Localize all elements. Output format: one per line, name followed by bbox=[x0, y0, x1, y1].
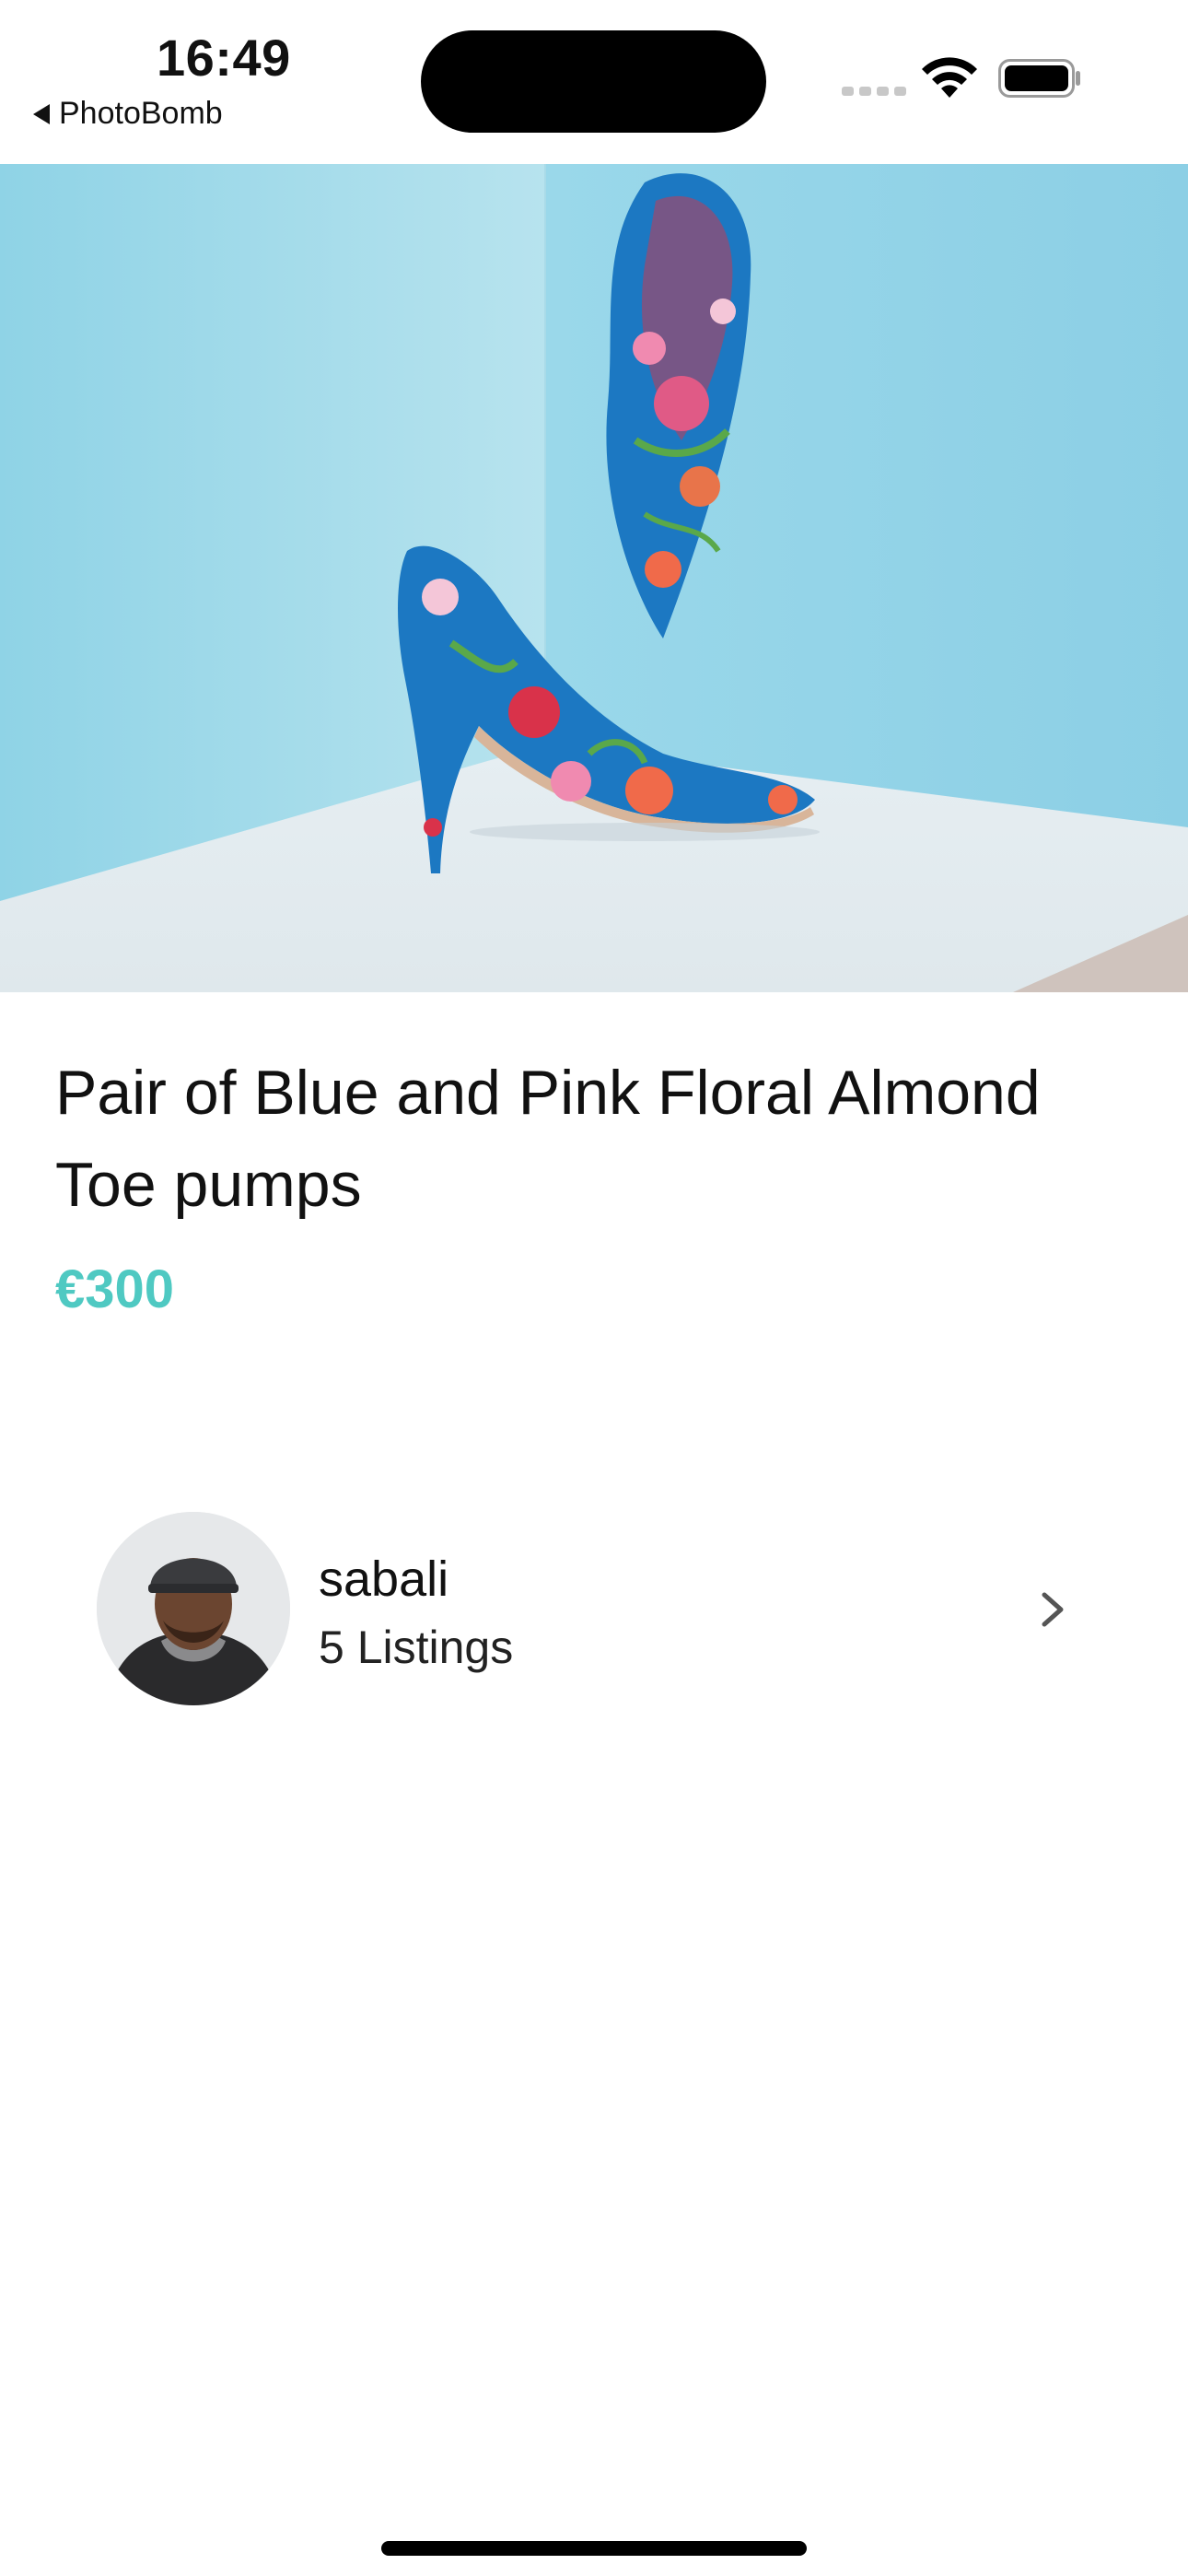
avatar bbox=[97, 1512, 290, 1705]
back-triangle-icon bbox=[33, 103, 50, 124]
seller-info: sabali 5 Listings bbox=[319, 1546, 513, 1682]
seller-name: sabali bbox=[319, 1551, 449, 1607]
product-price: €300 bbox=[55, 1259, 175, 1319]
battery-icon bbox=[998, 59, 1080, 98]
back-to-app-link[interactable]: PhotoBomb bbox=[33, 96, 223, 132]
home-indicator[interactable] bbox=[381, 2541, 807, 2556]
chevron-right-icon bbox=[1042, 1592, 1064, 1627]
seller-listings-count: 5 Listings bbox=[319, 1622, 514, 1673]
status-time: 16:49 bbox=[157, 29, 291, 87]
dynamic-island bbox=[421, 30, 766, 133]
wifi-icon bbox=[922, 57, 977, 98]
seller-avatar-photo bbox=[97, 1512, 290, 1705]
back-link-label: PhotoBomb bbox=[59, 96, 223, 131]
product-photo[interactable] bbox=[0, 164, 1188, 992]
cellular-signal-icon bbox=[842, 87, 906, 96]
product-title: Pair of Blue and Pink Floral Almond Toe … bbox=[55, 1058, 1041, 1220]
status-bar: 16:49 PhotoBomb bbox=[0, 0, 1188, 164]
seller-row[interactable]: sabali 5 Listings bbox=[55, 1493, 1133, 1732]
floral-pumps-photo bbox=[0, 164, 1188, 992]
